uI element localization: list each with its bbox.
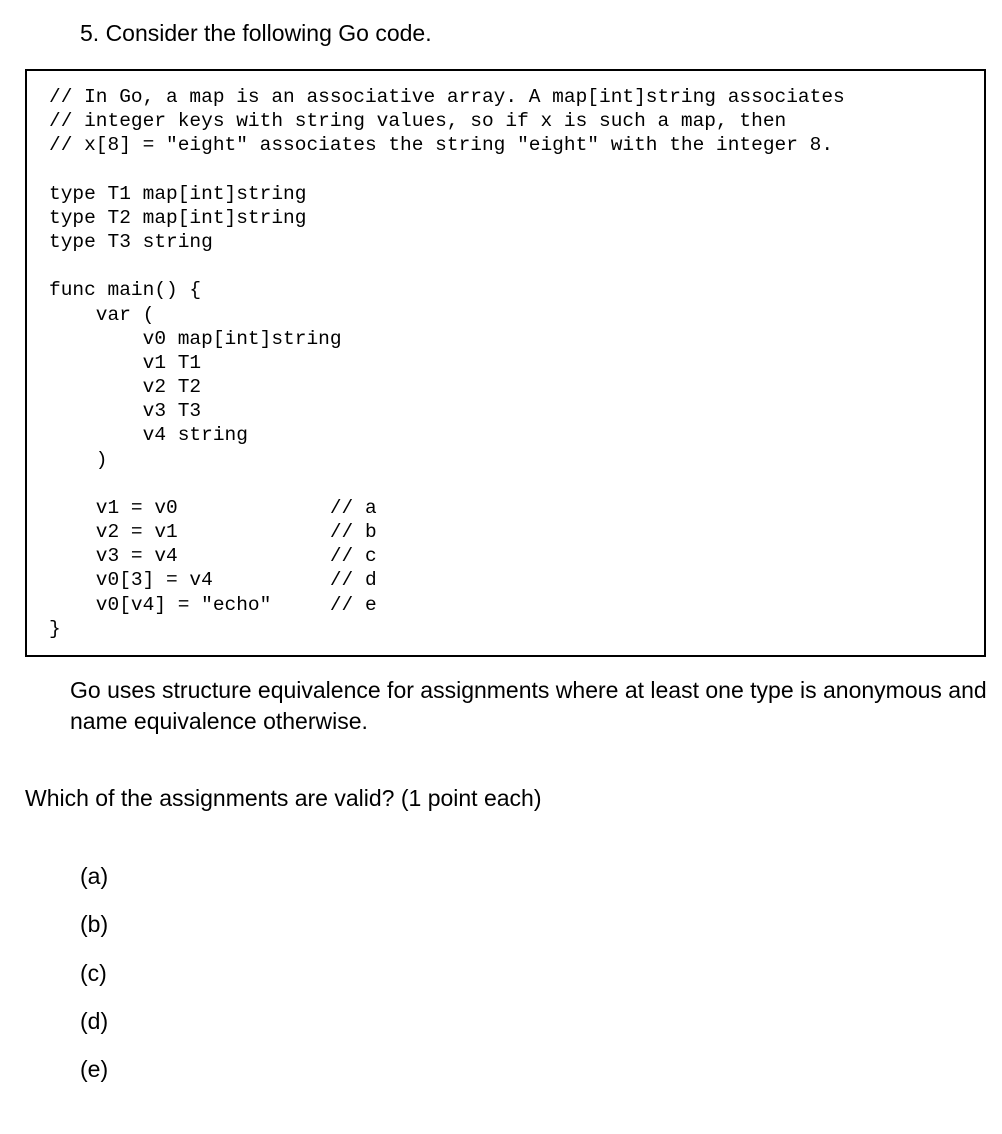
sub-question-text: Which of the assignments are valid? (1 p… (0, 737, 1002, 812)
option-a: (a) (80, 852, 1002, 900)
option-e: (e) (80, 1045, 1002, 1093)
option-d: (d) (80, 997, 1002, 1045)
explanation-text: Go uses structure equivalence for assign… (0, 657, 1002, 737)
question-page: 5. Consider the following Go code. // In… (0, 0, 1002, 1134)
answer-options: (a) (b) (c) (d) (e) (0, 812, 1002, 1093)
code-block: // In Go, a map is an associative array.… (25, 69, 986, 657)
option-c: (c) (80, 949, 1002, 997)
question-title: 5. Consider the following Go code. (0, 20, 1002, 47)
option-b: (b) (80, 900, 1002, 948)
